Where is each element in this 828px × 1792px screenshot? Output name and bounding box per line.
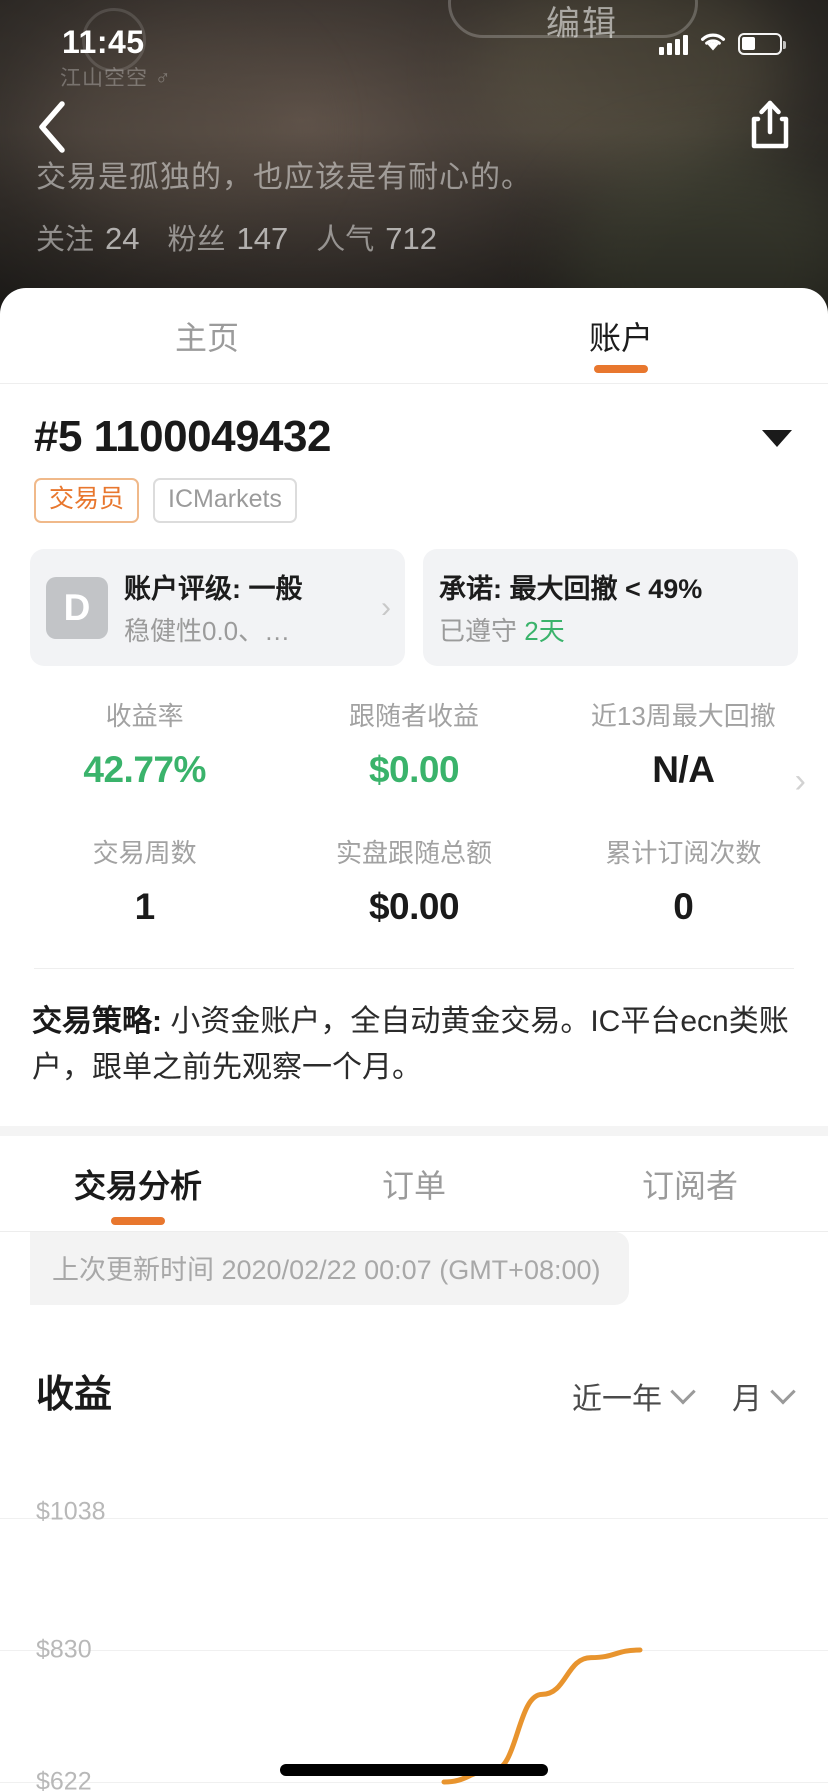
info-card-row: D 账户评级: 一般 稳健性0.0、… › 承诺: 最大回撤 < 49% 已遵守… <box>0 523 828 667</box>
account-rating-subtitle: 稳健性0.0、… <box>124 616 291 647</box>
commitment-title: 承诺: 最大回撤 < 49% <box>439 574 703 605</box>
profit-chart: $1038 $830 $622 <box>0 1466 828 1792</box>
chevron-down-icon <box>770 1379 796 1405</box>
commitment-card[interactable]: 承诺: 最大回撤 < 49% 已遵守 2天 <box>423 549 798 667</box>
badge-broker: ICMarkets <box>153 478 297 524</box>
chart-header: 收益 近一年 月 <box>0 1305 828 1418</box>
tab-subscribers[interactable]: 订阅者 <box>552 1136 828 1231</box>
period-select-label: 月 <box>732 1383 762 1417</box>
content-sheet: 主页 账户 #5 1100049432 交易员 ICMarkets D 账户评级… <box>0 288 828 1792</box>
stat-trading-weeks: 交易周数 1 <box>10 833 279 928</box>
strategy-label: 交易策略: <box>32 1005 162 1039</box>
stat-value: 1 <box>134 886 156 928</box>
popularity-count: 712 <box>385 221 437 256</box>
tab-orders[interactable]: 订单 <box>276 1136 552 1231</box>
tab-homepage[interactable]: 主页 <box>0 288 414 383</box>
stat-value: $0.00 <box>368 886 460 928</box>
stat-label: 实盘跟随总额 <box>335 838 492 869</box>
account-number: #5 1100049432 <box>34 412 331 461</box>
stat-total-subscriptions: 累计订阅次数 0 <box>549 833 818 928</box>
stat-value: 0 <box>673 886 694 928</box>
following-count: 24 <box>105 221 140 256</box>
stat-total-following-amount: 实盘跟随总额 $0.00 <box>279 833 548 928</box>
commitment-subtitle: 已遵守 2天 <box>439 611 702 648</box>
back-chevron-icon <box>35 100 69 154</box>
followers-label: 粉丝 <box>167 224 226 256</box>
range-select[interactable]: 近一年 <box>572 1374 696 1418</box>
range-select-label: 近一年 <box>572 1383 662 1417</box>
share-button[interactable] <box>738 94 802 160</box>
stat-label: 收益率 <box>105 701 184 732</box>
status-icons <box>659 30 786 57</box>
followers-count: 147 <box>236 221 289 256</box>
stats-row-primary[interactable]: 收益率 42.77% 跟随者收益 $0.00 近13周最大回撤 N/A › <box>0 666 828 800</box>
popularity-label: 人气 <box>316 224 375 256</box>
stat-label: 跟随者收益 <box>348 701 479 732</box>
main-tab-bar: 主页 账户 <box>0 288 828 384</box>
commitment-status-text: 已遵守 <box>439 616 525 647</box>
last-update-banner: 上次更新时间 2020/02/22 00:07 (GMT+08:00) <box>30 1232 629 1306</box>
back-button[interactable] <box>20 95 84 159</box>
chart-line-series <box>441 1647 643 1785</box>
caret-down-icon[interactable] <box>762 430 792 447</box>
stat-value: $0.00 <box>368 749 460 791</box>
commitment-days: 2天 <box>524 616 565 647</box>
chevron-right-icon: › <box>381 590 391 624</box>
stats-row-secondary: 交易周数 1 实盘跟随总额 $0.00 累计订阅次数 0 <box>0 791 828 928</box>
share-icon <box>748 99 792 156</box>
analysis-tab-bar: 交易分析 订单 订阅者 <box>0 1136 828 1233</box>
stat-label: 累计订阅次数 <box>605 838 762 869</box>
account-header: #5 1100049432 交易员 ICMarkets <box>0 384 828 524</box>
badge-trader: 交易员 <box>34 478 140 524</box>
tab-account[interactable]: 账户 <box>414 288 828 383</box>
status-time: 11:45 <box>62 24 145 60</box>
tab-trade-analysis[interactable]: 交易分析 <box>0 1136 276 1231</box>
home-indicator <box>280 1764 548 1776</box>
chart-filters: 近一年 月 <box>572 1374 796 1418</box>
trading-strategy-text: 交易策略: 小资金账户，全自动黄金交易。IC平台ecn类账户，跟单之前先观察一个… <box>0 969 828 1090</box>
period-select[interactable]: 月 <box>732 1374 796 1418</box>
stat-follower-profit: 跟随者收益 $0.00 <box>279 696 548 791</box>
section-separator <box>0 1126 828 1137</box>
stat-return-rate: 收益率 42.77% <box>10 696 279 791</box>
wifi-icon <box>698 30 728 57</box>
profile-quote: 交易是孤独的，也应该是有耐心的。 <box>36 161 532 194</box>
profile-social-stats: 关注 24 粉丝 147 人气 712 <box>36 216 465 258</box>
stat-label: 近13周最大回撤 <box>590 701 776 732</box>
stat-value: 42.77% <box>83 749 206 791</box>
account-rating-card[interactable]: D 账户评级: 一般 稳健性0.0、… › <box>30 549 405 667</box>
grade-badge: D <box>46 576 108 639</box>
stat-max-drawdown-13w: 近13周最大回撤 N/A <box>549 696 818 791</box>
account-rating-title: 账户评级: 一般 <box>124 574 303 605</box>
status-bar: 11:45 <box>0 0 828 90</box>
account-badges: 交易员 ICMarkets <box>34 478 794 524</box>
stat-label: 交易周数 <box>92 838 197 869</box>
stat-value: N/A <box>652 749 715 791</box>
chart-title: 收益 <box>36 1374 113 1417</box>
following-label: 关注 <box>36 224 95 256</box>
chevron-down-icon <box>670 1379 696 1405</box>
battery-icon <box>738 32 786 55</box>
app-screen: 编辑 江山空空 ♂ 11:45 交易是孤独的，也应该是有耐心的。 关注 24 粉… <box>0 0 828 1792</box>
cellular-signal-icon <box>659 33 688 55</box>
